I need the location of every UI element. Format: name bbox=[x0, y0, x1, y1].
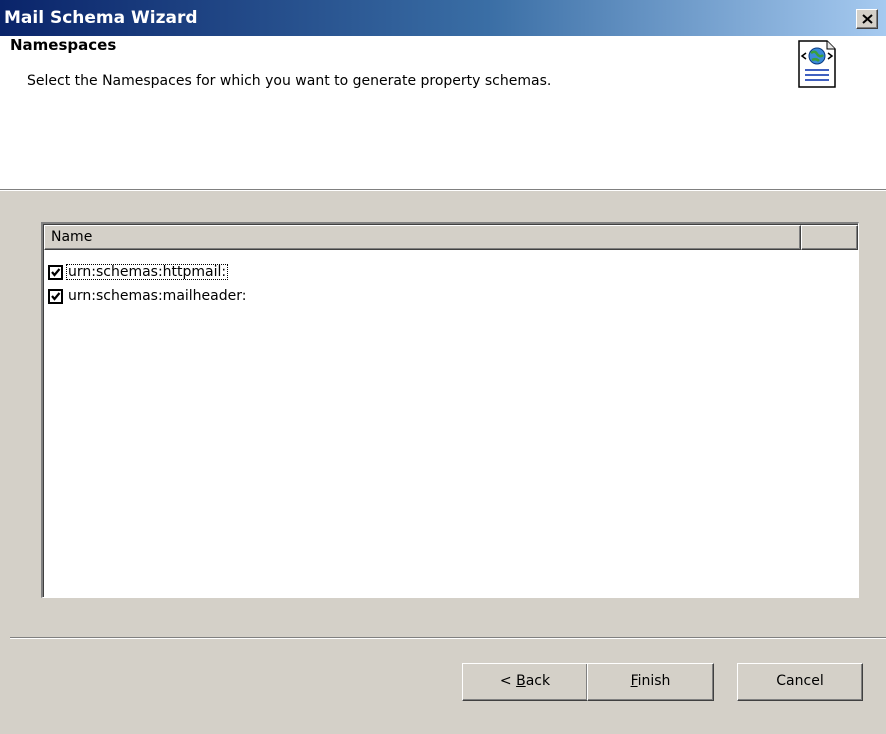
checkmark-icon bbox=[51, 267, 61, 277]
namespace-label[interactable]: urn:schemas:httpmail: bbox=[66, 264, 229, 280]
close-icon bbox=[862, 14, 873, 24]
finish-accel: F bbox=[630, 673, 638, 689]
cancel-button[interactable]: Cancel bbox=[737, 663, 863, 701]
finish-rest: inish bbox=[637, 673, 671, 689]
column-header-name[interactable]: Name bbox=[44, 225, 801, 250]
list-header: Name bbox=[44, 225, 858, 250]
web-document-icon bbox=[797, 40, 837, 88]
namespace-list[interactable]: Name urn:schemas:httpmail: urn:schemas:m… bbox=[41, 222, 859, 598]
namespace-checkbox[interactable] bbox=[48, 288, 63, 304]
back-prefix: < bbox=[499, 673, 517, 689]
list-item[interactable]: urn:schemas:mailheader: bbox=[48, 285, 248, 307]
wizard-window: Mail Schema Wizard Namespaces Select the… bbox=[0, 0, 886, 734]
checkmark-icon bbox=[51, 291, 61, 301]
page-title: Namespaces bbox=[10, 36, 117, 54]
column-header-blank[interactable] bbox=[801, 225, 858, 250]
namespace-checkbox[interactable] bbox=[48, 264, 63, 280]
back-rest: ack bbox=[525, 673, 551, 689]
back-accel: B bbox=[516, 673, 526, 689]
back-button[interactable]: < Back bbox=[462, 663, 588, 701]
list-item[interactable]: urn:schemas:httpmail: bbox=[48, 261, 229, 283]
footer-divider-highlight bbox=[10, 638, 886, 639]
namespace-label[interactable]: urn:schemas:mailheader: bbox=[66, 288, 248, 304]
finish-button[interactable]: Finish bbox=[587, 663, 714, 701]
page-subtitle: Select the Namespaces for which you want… bbox=[27, 73, 552, 89]
window-title: Mail Schema Wizard bbox=[4, 8, 198, 28]
close-button[interactable] bbox=[856, 9, 878, 29]
wizard-header bbox=[0, 36, 886, 190]
title-bar[interactable]: Mail Schema Wizard bbox=[0, 0, 886, 36]
header-divider bbox=[0, 190, 886, 191]
